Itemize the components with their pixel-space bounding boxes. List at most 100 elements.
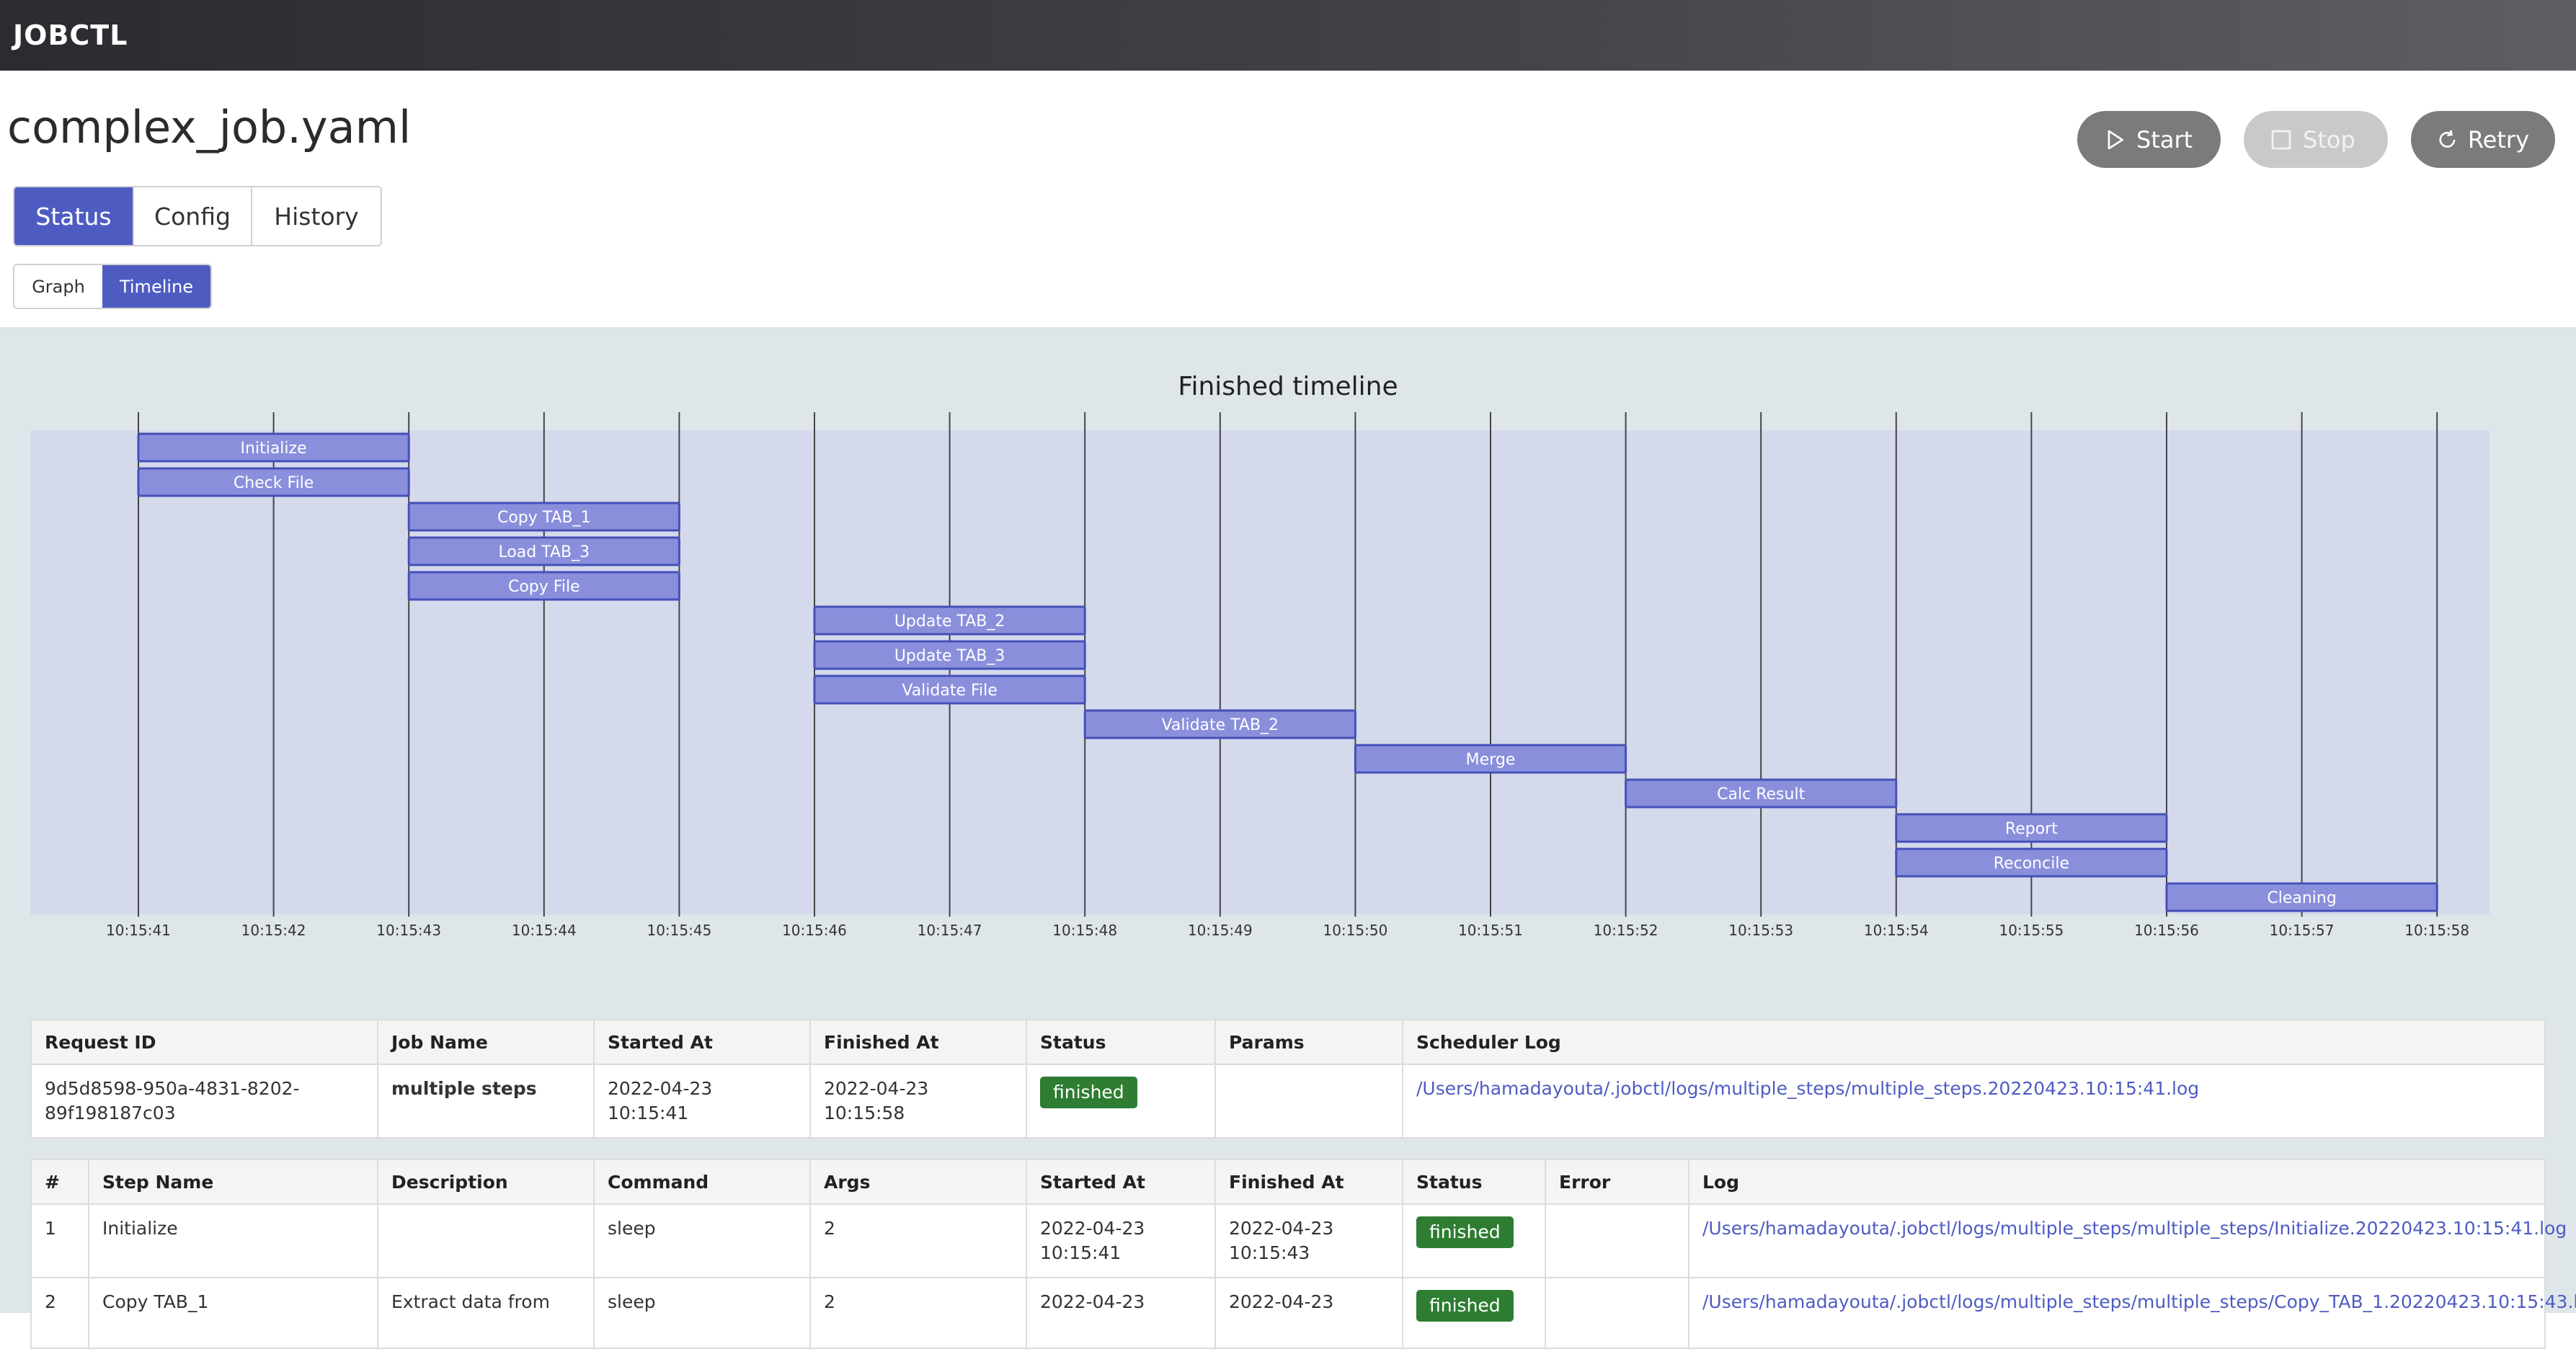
- app-brand[interactable]: JOBCTL: [13, 19, 128, 51]
- job-status-cell: finished: [1026, 1064, 1216, 1139]
- step-name: Copy TAB_1: [88, 1277, 378, 1349]
- steps-header-args: Args: [809, 1159, 1027, 1205]
- step-finished-at: 2022-04-23: [1214, 1277, 1403, 1349]
- tab-history[interactable]: History: [252, 187, 381, 245]
- timeline-bar-label: Validate File: [902, 682, 997, 700]
- job-params: [1214, 1064, 1403, 1139]
- step-status-cell: finished: [1402, 1277, 1546, 1349]
- timeline-bar-label: Reconcile: [1994, 855, 2069, 873]
- tab-timeline[interactable]: Timeline: [102, 265, 210, 308]
- status-badge: finished: [1040, 1077, 1137, 1108]
- summary-header-row: Request ID Job Name Started At Finished …: [30, 1019, 2546, 1065]
- timeline-tick-label: 10:15:53: [1728, 922, 1793, 939]
- retry-icon: [2439, 130, 2456, 148]
- steps-header-step-name: Step Name: [88, 1159, 378, 1205]
- tab-status[interactable]: Status: [14, 187, 134, 245]
- timeline-tick-label: 10:15:50: [1323, 922, 1387, 939]
- step-finished-date: 2022-04-23: [1229, 1291, 1334, 1312]
- status-badge: finished: [1416, 1216, 1514, 1248]
- top-navbar: JOBCTL: [0, 0, 2576, 71]
- tab-graph[interactable]: Graph: [14, 265, 102, 308]
- timeline-tick-label: 10:15:44: [512, 922, 577, 939]
- step-name: Initialize: [88, 1203, 378, 1278]
- retry-label: Retry: [2467, 125, 2529, 153]
- summary-header-scheduler-log: Scheduler Log: [1402, 1019, 2546, 1065]
- timeline-bar-label: Load TAB_3: [498, 543, 590, 561]
- steps-header-log: Log: [1688, 1159, 2546, 1205]
- retry-button[interactable]: Retry: [2411, 111, 2555, 168]
- stop-button[interactable]: Stop: [2244, 111, 2388, 168]
- step-finished-at: 2022-04-23 10:15:43: [1214, 1203, 1403, 1278]
- step-started-date: 2022-04-23: [1040, 1218, 1145, 1239]
- step-started-time: 10:15:41: [1040, 1242, 1122, 1263]
- summary-header-params: Params: [1214, 1019, 1403, 1065]
- step-row: 2 Copy TAB_1 Extract data from sleep 2 2…: [30, 1277, 2576, 1349]
- summary-table: Request ID Job Name Started At Finished …: [30, 1019, 2546, 1139]
- step-description: Extract data from: [377, 1277, 595, 1349]
- request-id: 9d5d8598-950a-4831-8202-89f198187c03: [30, 1064, 378, 1139]
- stop-label: Stop: [2303, 125, 2355, 153]
- job-name: multiple steps: [377, 1064, 595, 1139]
- step-finished-date: 2022-04-23: [1229, 1218, 1334, 1239]
- stop-icon: [2271, 130, 2291, 149]
- timeline-tick-label: 10:15:42: [241, 922, 306, 939]
- timeline-tick-label: 10:15:55: [1999, 922, 2064, 939]
- steps-header-status: Status: [1402, 1159, 1546, 1205]
- steps-header-num: #: [30, 1159, 89, 1205]
- play-icon: [2108, 130, 2123, 149]
- step-finished-time: 10:15:43: [1229, 1242, 1310, 1263]
- step-row: 1 Initialize sleep 2 2022-04-23 10:15:41 …: [30, 1203, 2567, 1278]
- timeline-bar-label: Report: [2005, 820, 2058, 838]
- timeline-tick-label: 10:15:48: [1052, 922, 1117, 939]
- timeline-tick-label: 10:15:46: [782, 922, 847, 939]
- page-title: complex_job.yaml: [7, 101, 412, 153]
- step-started-at: 2022-04-23 10:15:41: [1026, 1203, 1216, 1278]
- scheduler-log-cell: /Users/hamadayouta/.jobctl/logs/multiple…: [1402, 1064, 2546, 1139]
- step-log-cell: /Users/hamadayouta/.jobctl/logs/multiple…: [1688, 1277, 2576, 1349]
- steps-table: # Step Name Description Command Args Sta…: [30, 1159, 2576, 1349]
- step-status-cell: finished: [1402, 1203, 1546, 1278]
- step-log-link[interactable]: /Users/hamadayouta/.jobctl/logs/multiple…: [1702, 1218, 2567, 1239]
- step-log-cell: /Users/hamadayouta/.jobctl/logs/multiple…: [1688, 1203, 2567, 1278]
- scheduler-log-link[interactable]: /Users/hamadayouta/.jobctl/logs/multiple…: [1416, 1078, 2199, 1099]
- steps-header-finished-at: Finished At: [1214, 1159, 1403, 1205]
- timeline-tick-label: 10:15:56: [2134, 922, 2199, 939]
- job-started-at: 2022-04-23 10:15:41: [593, 1064, 811, 1139]
- summary-row: 9d5d8598-950a-4831-8202-89f198187c03 mul…: [30, 1064, 2546, 1139]
- timeline-tick-label: 10:15:45: [647, 922, 711, 939]
- main-tabs: Status Config History: [13, 186, 382, 246]
- summary-header-started-at: Started At: [593, 1019, 811, 1065]
- timeline-tick-label: 10:15:49: [1188, 922, 1253, 939]
- timeline-tick-label: 10:15:47: [918, 922, 982, 939]
- summary-header-job-name: Job Name: [377, 1019, 595, 1065]
- step-description: [377, 1203, 595, 1278]
- step-log-link[interactable]: /Users/hamadayouta/.jobctl/logs/multiple…: [1702, 1291, 2576, 1312]
- timeline-tick-label: 10:15:52: [1594, 922, 1658, 939]
- start-button[interactable]: Start: [2077, 111, 2221, 168]
- timeline-tick-label: 10:15:51: [1458, 922, 1523, 939]
- step-args: 2: [809, 1277, 1027, 1349]
- summary-header-finished-at: Finished At: [809, 1019, 1027, 1065]
- status-badge: finished: [1416, 1290, 1514, 1322]
- step-num: 2: [30, 1277, 89, 1349]
- timeline-bar-label: Check File: [234, 474, 314, 492]
- steps-header-row: # Step Name Description Command Args Sta…: [30, 1159, 2546, 1205]
- timeline-bar-label: Initialize: [241, 440, 307, 458]
- steps-header-command: Command: [593, 1159, 811, 1205]
- summary-header-request-id: Request ID: [30, 1019, 378, 1065]
- steps-header-error: Error: [1545, 1159, 1689, 1205]
- timeline-bar-label: Validate TAB_2: [1162, 716, 1279, 734]
- step-num: 1: [30, 1203, 89, 1278]
- step-error: [1545, 1277, 1689, 1349]
- timeline-tick-label: 10:15:57: [2270, 922, 2335, 939]
- timeline-tick-label: 10:15:54: [1864, 922, 1929, 939]
- timeline-bar-label: Copy TAB_1: [497, 509, 591, 527]
- tab-config[interactable]: Config: [134, 187, 252, 245]
- step-command: sleep: [593, 1203, 811, 1278]
- job-finished-at: 2022-04-23 10:15:58: [809, 1064, 1027, 1139]
- step-command: sleep: [593, 1277, 811, 1349]
- timeline-bar-label: Update TAB_3: [894, 647, 1005, 665]
- start-label: Start: [2136, 125, 2193, 153]
- timeline-bar-label: Merge: [1466, 751, 1516, 769]
- timeline-bar-label: Calc Result: [1717, 785, 1805, 803]
